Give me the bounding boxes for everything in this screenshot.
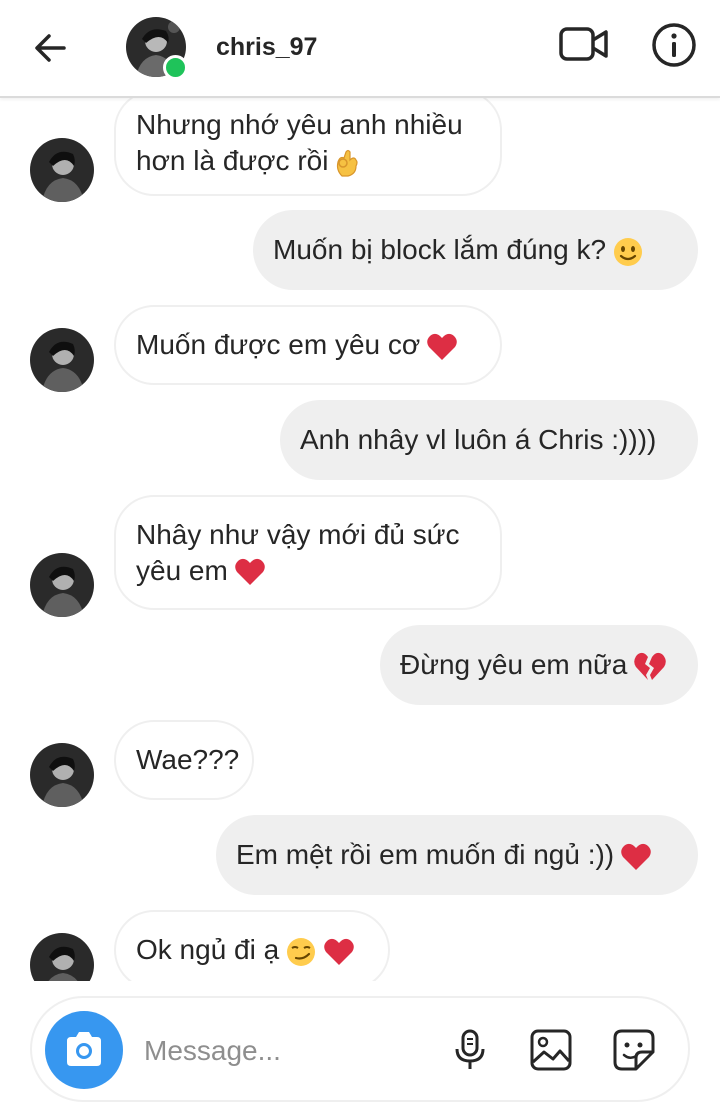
ok-hand-emoji-icon [337,149,359,177]
smirk-emoji-icon [287,937,316,966]
message-text: Em mệt rồi em muốn đi ngủ :)) [236,839,615,870]
sender-avatar[interactable] [30,328,94,392]
message-bubble-outgoing[interactable]: Muốn bị block lắm đúng k? [253,210,698,290]
message-bubble-outgoing[interactable]: Anh nhây vl luôn á Chris :)))) [280,400,698,480]
message-bubble-incoming[interactable]: Muốn được em yêu cơ [114,305,502,385]
message-text: Muốn được em yêu cơ [136,329,421,360]
chat-username[interactable]: chris_97 [216,33,317,62]
message-input[interactable]: Message... [144,1035,281,1067]
message-text: Anh nhây vl luôn á Chris :)))) [300,424,657,455]
message-text: Wae??? [136,744,240,775]
message-thread[interactable]: Nhưng nhớ yêu anh nhiều hơn là được rồi … [0,96,720,981]
sender-avatar[interactable] [30,553,94,617]
online-status-dot [163,55,188,80]
message-text: Muốn bị block lắm đúng k? [273,234,607,265]
camera-icon [67,1032,101,1066]
red-heart-emoji-icon [621,843,651,870]
message-bubble-incoming[interactable]: Nhây như vậy mới đủ sức yêu em [114,495,502,610]
message-bubble-incoming[interactable]: Nhưng nhớ yêu anh nhiều hơn là được rồi [114,96,502,196]
message-bubble-incoming[interactable]: Wae??? [114,720,254,800]
message-text: Ok ngủ đi ạ [136,934,280,965]
gallery-icon[interactable] [529,1028,573,1072]
message-text: Nhây như vậy mới đủ sức yêu em [136,518,460,586]
message-bubble-incoming[interactable]: Ok ngủ đi ạ [114,910,390,981]
sticker-icon[interactable] [612,1028,656,1072]
message-composer: Message... [30,996,690,1102]
red-heart-emoji-icon [427,333,458,360]
microphone-icon[interactable] [448,1028,492,1072]
slight-smile-emoji-icon [614,237,643,266]
message-text: Đừng yêu em nữa [400,649,628,680]
message-text: Nhưng nhớ yêu anh nhiều hơn là được rồi [136,109,463,176]
chat-header: chris_97 [0,0,720,98]
sender-avatar[interactable] [30,138,94,202]
broken-heart-emoji-icon [634,652,667,680]
sender-avatar[interactable] [30,933,94,981]
red-heart-emoji-icon [324,938,354,965]
message-bubble-outgoing[interactable]: Em mệt rồi em muốn đi ngủ :)) [216,815,698,895]
red-heart-emoji-icon [235,559,265,586]
info-icon[interactable] [651,22,697,68]
video-call-icon[interactable] [558,24,610,64]
back-arrow-icon[interactable] [30,28,70,68]
message-bubble-outgoing[interactable]: Đừng yêu em nữa [380,625,698,705]
sender-avatar[interactable] [30,743,94,807]
camera-button[interactable] [45,1011,123,1089]
